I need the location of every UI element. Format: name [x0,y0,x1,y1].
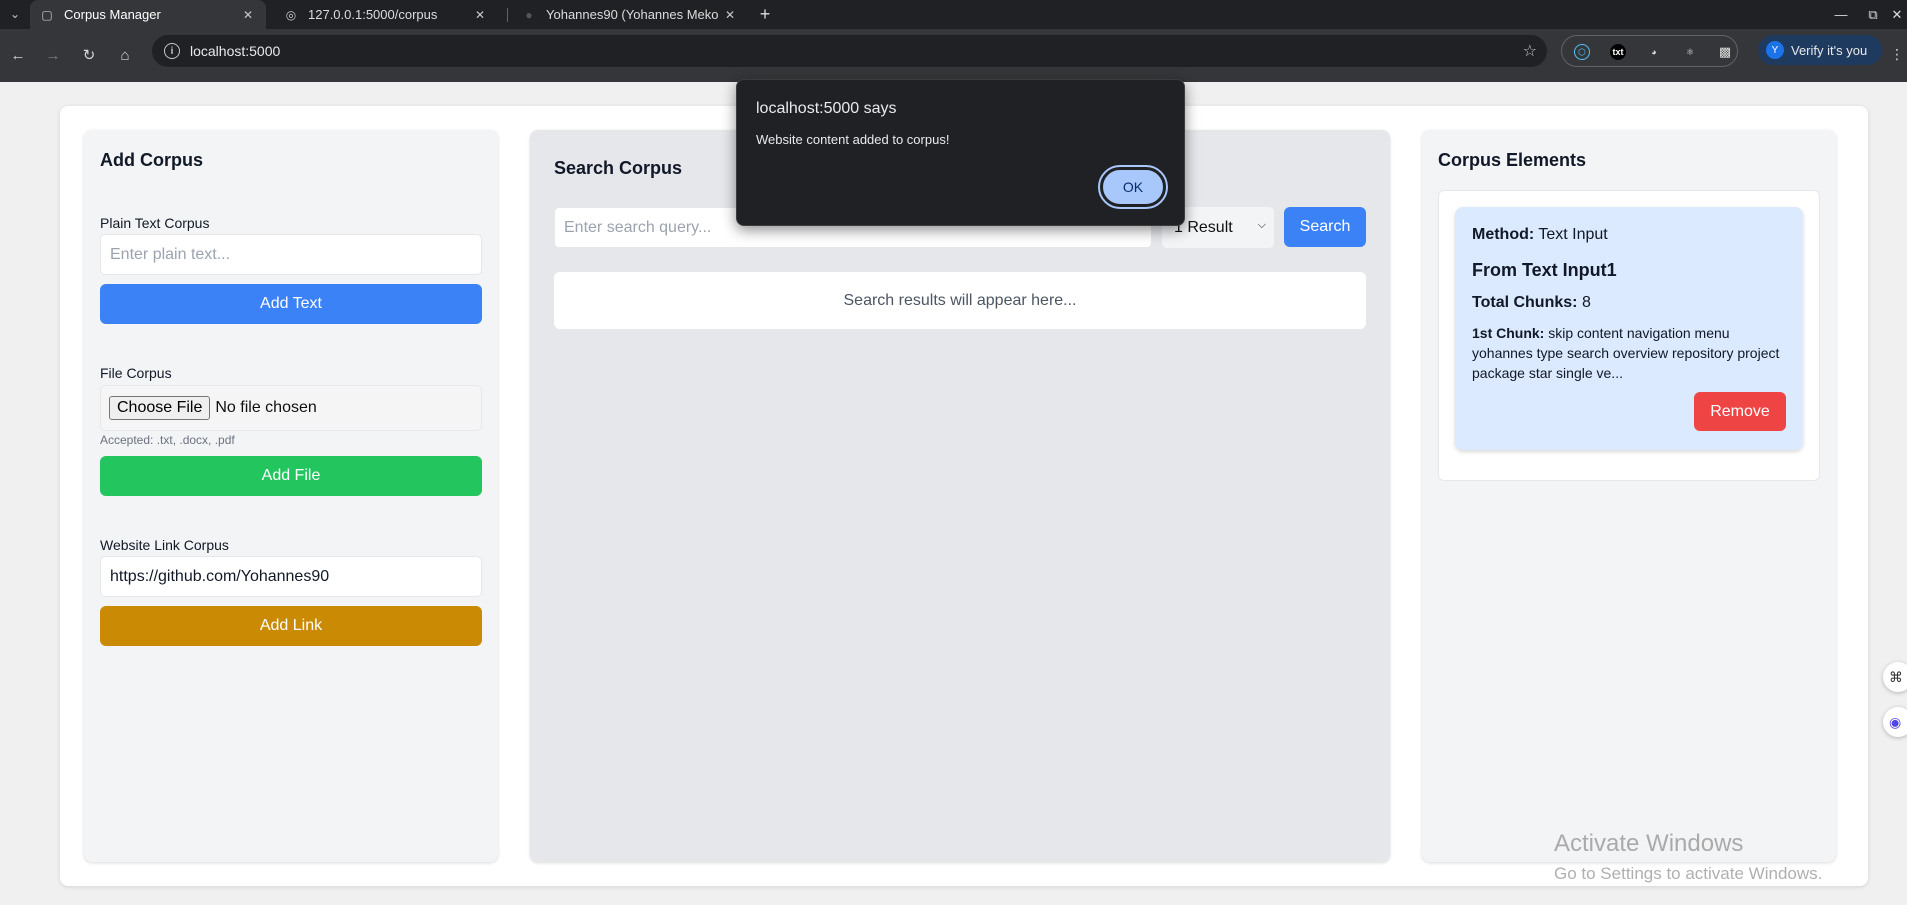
card-name: From Text Input1 [1472,260,1617,280]
verify-label: Verify it's you [1791,42,1868,58]
close-tab-icon[interactable]: ✕ [472,8,488,22]
website-link-label: Website Link Corpus [100,537,229,553]
close-tab-icon[interactable]: ✕ [722,8,738,22]
remove-button[interactable]: Remove [1694,392,1786,431]
plain-text-label: Plain Text Corpus [100,215,210,231]
tab-github-profile[interactable]: ● Yohannes90 (Yohannes Meko ✕ [512,0,748,29]
search-button[interactable]: Search [1284,207,1366,247]
tab-title: Corpus Manager [64,7,161,22]
chunks-label: Total Chunks: [1472,294,1578,311]
extension-txt-icon[interactable]: txt [1610,44,1626,60]
file-corpus-label: File Corpus [100,365,172,381]
forward-icon[interactable]: → [40,42,66,68]
card-total-chunks: Total Chunks: 8 [1472,294,1591,312]
file-input[interactable]: Choose File No file chosen [100,385,482,431]
avatar: Y [1766,41,1784,59]
card-first-chunk: 1st Chunk: skip content navigation menu … [1472,323,1782,383]
tab-separator [507,8,508,22]
search-corpus-title: Search Corpus [554,158,683,178]
extensions-puzzle-icon[interactable]: ▩ [1717,44,1733,60]
globe-icon: ◎ [285,7,297,22]
add-file-button[interactable]: Add File [100,456,482,496]
tab-corpus-local[interactable]: ◎ 127.0.0.1:5000/corpus ✕ [274,0,498,29]
shortcut-command-icon[interactable]: ⌘ [1883,662,1907,692]
browser-toolbar: ← → ↻ ⌂ i localhost:5000 ☆ ⬡ txt ◕ ⚛ ▩ Y… [0,29,1907,82]
corpus-elements-title: Corpus Elements [1438,150,1587,170]
browser-menu-icon[interactable]: ⋮ [1890,46,1904,63]
back-icon[interactable]: ← [5,42,31,68]
close-tab-icon[interactable]: ✕ [240,8,256,22]
chunks-value: 8 [1581,294,1591,311]
chevron-down-icon: ⌵ [1257,219,1266,231]
minimize-icon[interactable]: — [1826,0,1856,29]
url-text: localhost:5000 [190,43,281,59]
new-tab-icon[interactable]: + [754,3,776,25]
extension-hex-icon[interactable]: ⬡ [1574,44,1590,60]
website-link-input[interactable]: https://github.com/Yohannes90 [100,556,482,597]
assistant-bot-icon[interactable]: ◉ [1883,707,1907,737]
github-icon: ● [525,7,533,22]
tab-title: 127.0.0.1:5000/corpus [308,7,438,22]
address-bar[interactable]: i localhost:5000 ☆ [152,35,1547,67]
add-link-button[interactable]: Add Link [100,606,482,646]
home-icon[interactable]: ⌂ [112,42,138,68]
search-results: Search results will appear here... [554,272,1366,329]
close-window-icon[interactable]: ✕ [1882,0,1907,29]
card-method: Method: Text Input [1472,226,1608,244]
plain-text-input[interactable]: Enter plain text... [100,234,482,275]
activate-windows-subtitle: Go to Settings to activate Windows. [1554,864,1823,883]
reload-icon[interactable]: ↻ [76,42,102,68]
tab-corpus-manager[interactable]: ▢ Corpus Manager ✕ [30,0,266,29]
add-corpus-title: Add Corpus [100,150,203,170]
choose-file-button[interactable]: Choose File [109,396,211,420]
site-info-icon[interactable]: i [164,43,180,59]
alert-dialog: localhost:5000 says Website content adde… [736,79,1185,226]
file-status: No file chosen [215,399,317,416]
tab-search-chevron-icon[interactable]: ⌄ [2,3,28,25]
method-label: Method: [1472,226,1535,243]
alert-title: localhost:5000 says [756,100,897,117]
method-value: Text Input [1538,226,1608,243]
page-icon: ▢ [41,7,53,22]
extension-bowl-icon[interactable]: ◕ [1646,44,1662,60]
extensions-group: ⬡ txt ◕ ⚛ ▩ [1561,35,1738,67]
first-chunk-label: 1st Chunk: [1472,325,1545,341]
extension-react-icon[interactable]: ⚛ [1682,44,1698,60]
browser-tab-bar: ⌄ ▢ Corpus Manager ✕ ◎ 127.0.0.1:5000/co… [0,0,1907,29]
alert-message: Website content added to corpus! [756,132,950,147]
activate-windows-title: Activate Windows [1554,830,1744,857]
bookmark-star-icon[interactable]: ☆ [1523,41,1537,61]
alert-ok-button[interactable]: OK [1098,165,1168,209]
accepted-formats-hint: Accepted: .txt, .docx, .pdf [100,433,235,447]
profile-verify-button[interactable]: Y Verify it's you [1758,35,1882,65]
tab-title: Yohannes90 (Yohannes Meko [546,7,719,22]
add-text-button[interactable]: Add Text [100,284,482,324]
